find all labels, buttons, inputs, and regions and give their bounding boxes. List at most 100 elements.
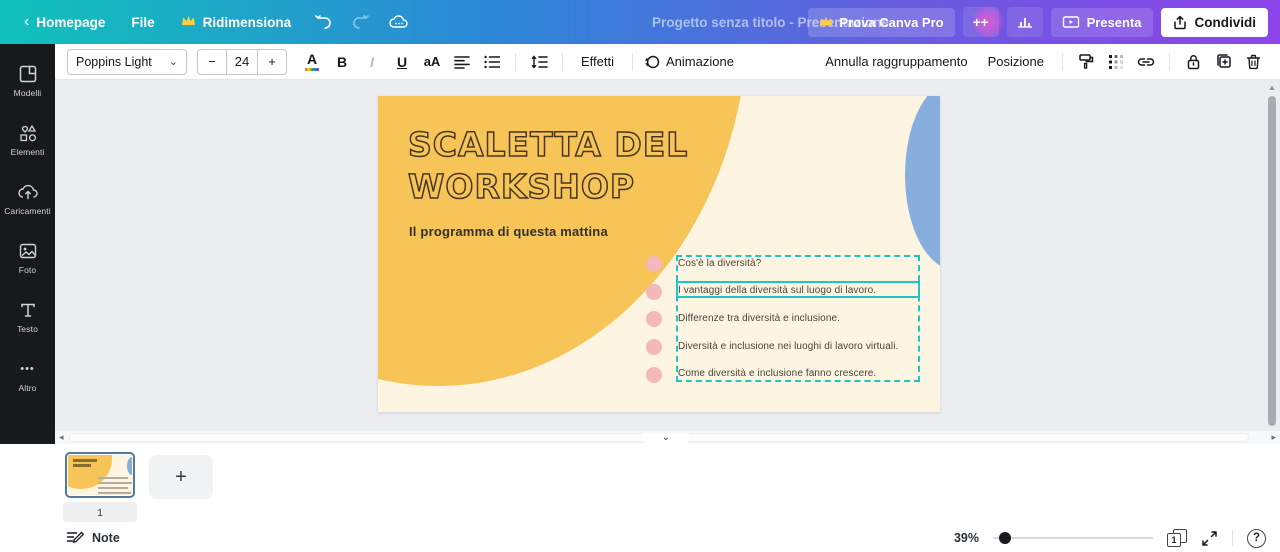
page-thumbnails: 1 + xyxy=(63,452,213,522)
agenda-item-3[interactable]: Differenze tra diversità e inclusione. xyxy=(678,313,840,324)
copy-style-button[interactable] xyxy=(1073,48,1099,76)
scroll-left-icon[interactable]: ◂ xyxy=(59,433,64,442)
homepage-button[interactable]: ‹ Homepage xyxy=(14,8,115,36)
delete-button[interactable] xyxy=(1240,48,1266,76)
plus-icon: + xyxy=(175,466,187,489)
text-color-button[interactable]: A xyxy=(299,48,325,76)
sidebar-label: Caricamenti xyxy=(4,206,50,216)
duplicate-button[interactable] xyxy=(1210,48,1236,76)
share-button[interactable]: Condividi xyxy=(1161,8,1269,37)
agenda-item-2[interactable]: I vantaggi della diversità sul luogo di … xyxy=(678,285,876,296)
agenda-item-1[interactable]: Cos'è la diversità? xyxy=(678,258,761,269)
toolbar-divider xyxy=(1169,53,1170,71)
plus-plus-icon: ++ xyxy=(973,15,989,30)
add-page-button[interactable]: + xyxy=(149,455,213,499)
bullet-dot[interactable] xyxy=(646,311,662,327)
insert-button[interactable]: ++ xyxy=(963,7,999,37)
font-size-value[interactable]: 24 xyxy=(226,50,258,74)
agenda-item-4[interactable]: Diversità e inclusione nei luoghi di lav… xyxy=(678,341,898,352)
mini-blue-blob xyxy=(127,457,132,475)
chevron-down-icon: ⌄ xyxy=(169,55,178,68)
page-number: 1 xyxy=(97,507,103,519)
font-family-select[interactable]: Poppins Light ⌄ xyxy=(67,49,187,75)
grid-view-button[interactable]: 1 xyxy=(1167,529,1187,547)
font-size-increase-button[interactable]: + xyxy=(258,50,286,74)
mini-text-line xyxy=(98,492,131,494)
insights-button[interactable] xyxy=(1007,7,1043,37)
vertical-scrollbar[interactable]: ▲ ▼ xyxy=(1266,84,1278,440)
font-size-decrease-button[interactable]: − xyxy=(198,50,226,74)
sidebar-item-altro[interactable]: ••• Altro xyxy=(0,353,55,399)
sidebar-item-elementi[interactable]: Elementi xyxy=(0,117,55,163)
horizontal-scrollbar[interactable]: ◂ ▸ ⌄ xyxy=(55,431,1280,444)
mini-text-line xyxy=(98,477,128,479)
bullet-list-icon xyxy=(484,55,500,69)
transparency-icon xyxy=(1108,54,1124,70)
uploads-icon xyxy=(17,182,39,202)
spacing-button[interactable] xyxy=(526,48,552,76)
duplicate-icon xyxy=(1215,53,1232,70)
zoom-slider-knob[interactable] xyxy=(999,532,1011,544)
agenda-item-5[interactable]: Come diversità e inclusione fanno cresce… xyxy=(678,368,876,379)
italic-button[interactable]: I xyxy=(359,48,385,76)
font-name: Poppins Light xyxy=(76,55,152,69)
zoom-slider[interactable] xyxy=(993,532,1153,544)
text-icon xyxy=(18,300,38,320)
list-button[interactable] xyxy=(479,48,505,76)
zoom-slider-track[interactable] xyxy=(993,537,1153,539)
fullscreen-button[interactable] xyxy=(1201,530,1218,547)
bullet-dot[interactable] xyxy=(646,256,662,272)
effects-button[interactable]: Effetti xyxy=(573,48,622,76)
sync-status-button[interactable] xyxy=(383,7,415,37)
slide-title[interactable]: SCALETTA DEL WORKSHOP xyxy=(408,124,688,208)
grid-view-page-number: 1 xyxy=(1167,533,1181,547)
position-button[interactable]: Posizione xyxy=(980,48,1052,76)
present-button[interactable]: Presenta xyxy=(1051,8,1153,37)
help-button[interactable]: ? xyxy=(1247,529,1266,548)
sidebar-item-caricamenti[interactable]: Caricamenti xyxy=(0,176,55,222)
scroll-right-icon[interactable]: ▸ xyxy=(1271,433,1276,442)
sidebar-item-testo[interactable]: Testo xyxy=(0,294,55,340)
animate-button[interactable]: Animazione xyxy=(643,48,734,76)
bullet-dot[interactable] xyxy=(646,284,662,300)
top-bar: ‹ Homepage File Ridimensiona xyxy=(0,0,1280,44)
ungroup-button[interactable]: Annulla raggruppamento xyxy=(817,48,975,76)
bold-button[interactable]: B xyxy=(329,48,355,76)
align-left-icon xyxy=(454,55,470,69)
resize-button[interactable]: Ridimensiona xyxy=(171,8,302,36)
crown-pro-icon xyxy=(819,15,833,30)
sidebar-label: Altro xyxy=(19,383,37,393)
page-thumbnail-selected-border[interactable] xyxy=(65,452,135,498)
sidebar-item-modelli[interactable]: Modelli xyxy=(0,58,55,104)
sidebar-item-foto[interactable]: Foto xyxy=(0,235,55,281)
zoom-percent: 39% xyxy=(954,531,979,545)
file-menu-button[interactable]: File xyxy=(121,9,164,36)
transparency-button[interactable] xyxy=(1103,48,1129,76)
back-chevron-icon: ‹ xyxy=(24,14,29,30)
bullet-dot[interactable] xyxy=(646,339,662,355)
scroll-up-icon[interactable]: ▲ xyxy=(1268,84,1276,92)
redo-button[interactable] xyxy=(345,7,377,37)
toolbar-divider xyxy=(1062,53,1063,71)
lock-button[interactable] xyxy=(1180,48,1206,76)
collapse-pages-tab[interactable]: ⌄ xyxy=(643,433,689,444)
bullet-dot[interactable] xyxy=(646,367,662,383)
file-label: File xyxy=(131,15,154,30)
elements-icon xyxy=(18,123,38,143)
vertical-scrollbar-thumb[interactable] xyxy=(1268,96,1276,426)
text-case-button[interactable]: aA xyxy=(419,48,445,76)
canvas-area[interactable]: SCALETTA DEL WORKSHOP Il programma di qu… xyxy=(55,80,1280,444)
link-button[interactable] xyxy=(1133,48,1159,76)
underline-button[interactable]: U xyxy=(389,48,415,76)
try-canva-pro-button[interactable]: Prova Canva Pro xyxy=(808,8,955,37)
lock-icon xyxy=(1186,54,1201,70)
bottom-panel: 1 + Note 39% 1 xyxy=(0,444,1280,552)
slide-page[interactable]: SCALETTA DEL WORKSHOP Il programma di qu… xyxy=(378,96,940,412)
blue-blob-shape[interactable] xyxy=(905,96,940,270)
alignment-button[interactable] xyxy=(449,48,475,76)
notes-button[interactable]: Note xyxy=(66,530,120,546)
text-toolbar: Poppins Light ⌄ − 24 + A B I U aA Effett… xyxy=(55,44,1280,80)
undo-button[interactable] xyxy=(307,7,339,37)
page-thumbnail-1[interactable]: 1 xyxy=(63,452,137,522)
slide-subtitle[interactable]: Il programma di questa mattina xyxy=(409,224,608,239)
